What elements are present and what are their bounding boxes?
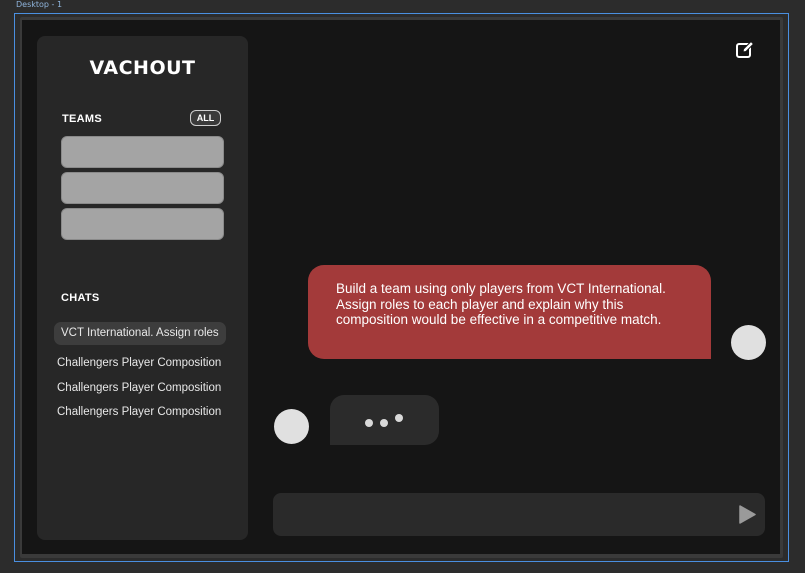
chat-item[interactable]: Challengers Player Composition [50,352,228,375]
team-card[interactable] [61,208,224,240]
typing-dot [365,419,373,427]
app-logo: VACHOUT [89,57,196,79]
chat-item[interactable]: Challengers Player Composition [50,401,228,424]
chat-item-active[interactable]: VCT International. Assign roles [54,322,226,345]
teams-all-button[interactable]: ALL [190,110,221,126]
user-message-bubble: Build a team using only players from VCT… [308,265,711,359]
chats-heading: CHATS [61,292,100,304]
frame-label: Desktop - 1 [16,0,63,9]
assistant-avatar [274,409,309,444]
teams-heading: TEAMS [62,113,102,125]
typing-indicator-bubble [330,395,439,445]
user-avatar [731,325,766,360]
typing-dot [380,419,388,427]
edit-icon[interactable] [735,40,755,60]
typing-dot [395,414,403,422]
team-card[interactable] [61,172,224,204]
message-input[interactable] [273,493,765,536]
chat-item[interactable]: Challengers Player Composition [50,377,228,400]
team-card[interactable] [61,136,224,168]
send-icon[interactable] [737,504,757,525]
